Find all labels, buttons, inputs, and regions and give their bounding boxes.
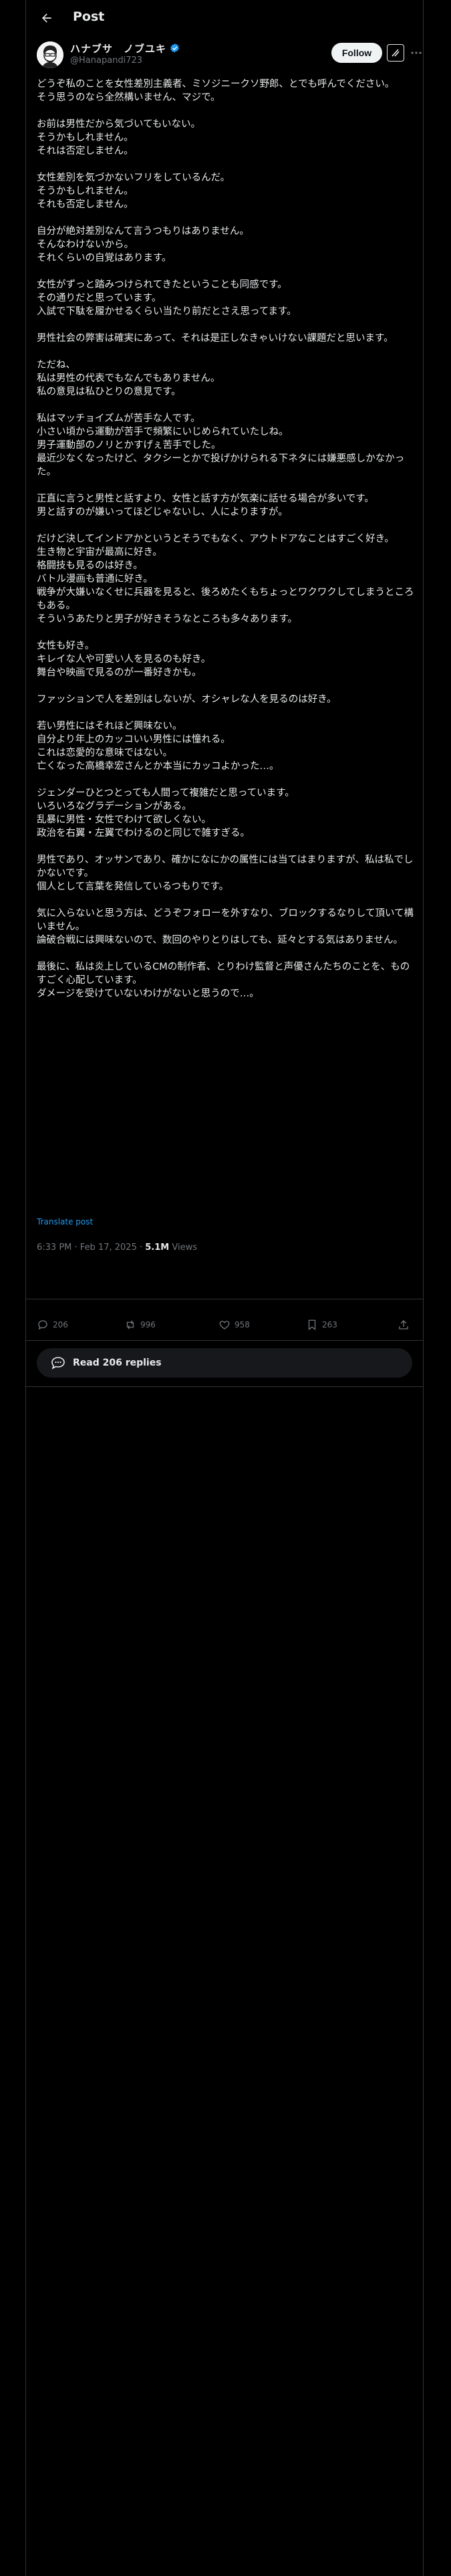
grok-button[interactable] (387, 44, 404, 62)
post-time[interactable]: 6:33 PM (37, 1243, 71, 1253)
verified-badge-icon (170, 43, 179, 53)
back-button[interactable] (37, 8, 57, 28)
arrow-left-icon (42, 13, 51, 23)
name-row: ハナブサ ノブユキ (70, 41, 180, 56)
translate-post-link[interactable]: Translate post (37, 1217, 93, 1226)
avatar[interactable] (37, 41, 63, 68)
bookmark-count: 263 (322, 1320, 337, 1329)
views-label: Views (172, 1243, 197, 1253)
chat-bubble-icon (51, 1357, 65, 1370)
display-name[interactable]: ハナブサ ノブユキ (70, 41, 166, 56)
bookmark-button[interactable]: 263 (306, 1319, 337, 1331)
views-count: 5.1M (145, 1243, 170, 1253)
repost-icon (126, 1320, 134, 1329)
post-meta: 6:33 PM · Feb 17, 2025 · 5.1M Views (37, 1243, 197, 1253)
divider (26, 1386, 423, 1387)
divider (26, 1340, 423, 1341)
author-row: ハナブサ ノブユキ @Hanapandi723 Follow (37, 40, 422, 70)
reply-button[interactable]: 206 (37, 1319, 68, 1331)
action-bar: 206 996 958 263 (37, 1312, 414, 1339)
reply-icon (38, 1320, 47, 1330)
post-header: Post (26, 0, 423, 35)
reply-count: 206 (53, 1320, 68, 1329)
grok-icon (392, 49, 400, 57)
meta-separator: · (139, 1243, 146, 1253)
more-options-button[interactable] (408, 44, 425, 62)
repost-button[interactable]: 996 (124, 1319, 156, 1331)
avatar-illustration (37, 41, 63, 68)
user-handle[interactable]: @Hanapandi723 (70, 56, 142, 66)
page-title: Post (73, 9, 105, 24)
heart-icon (219, 1321, 230, 1329)
more-dots-icon (411, 51, 422, 54)
share-button[interactable] (398, 1319, 410, 1331)
follow-button[interactable]: Follow (331, 43, 382, 63)
like-count: 958 (235, 1320, 250, 1329)
meta-separator: · (74, 1243, 80, 1253)
share-icon (399, 1320, 408, 1329)
read-replies-label: Read 206 replies (73, 1358, 162, 1368)
post-text: どうぞ私のことを女性差別主義者、ミソジニークソ野郎、とでも呼んでください。 そう… (37, 79, 414, 999)
like-button[interactable]: 958 (218, 1319, 250, 1331)
post-date[interactable]: Feb 17, 2025 (80, 1243, 137, 1253)
bookmark-icon (308, 1319, 316, 1331)
main-column: Post ハナブサ ノブユキ @Hanapandi723 Follow どうぞ私… (25, 0, 424, 2576)
read-replies-button[interactable]: Read 206 replies (37, 1348, 412, 1378)
repost-count: 996 (140, 1320, 156, 1329)
